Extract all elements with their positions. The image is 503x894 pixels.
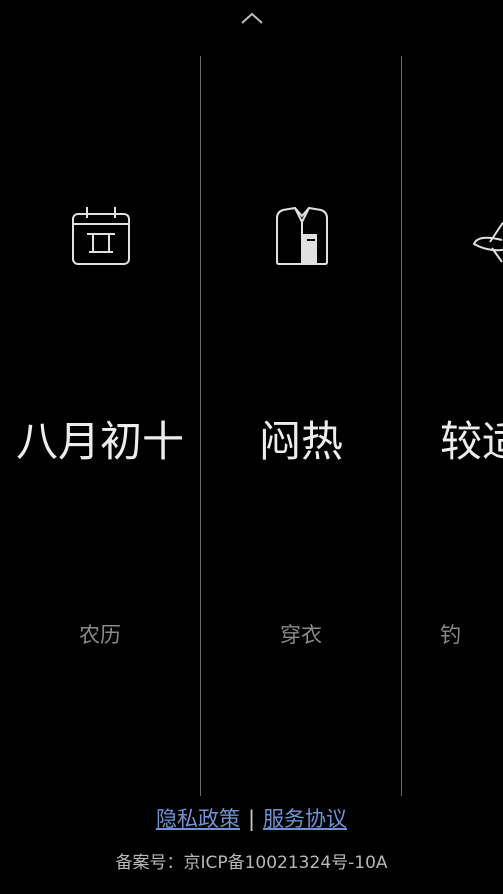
- footer-separator: |: [247, 807, 256, 831]
- footer-links: 隐私政策 | 服务协议: [0, 802, 503, 836]
- dressing-value: 闷热: [258, 417, 343, 466]
- chevron-up-icon[interactable]: [239, 10, 265, 26]
- fishing-icon: [472, 221, 503, 263]
- fishing-card: 较适 钓: [402, 56, 503, 796]
- privacy-policy-link[interactable]: 隐私政策: [156, 807, 240, 831]
- dressing-card: 闷热 穿衣: [201, 56, 401, 796]
- calendar-icon: [72, 207, 130, 265]
- fishing-label: 钓: [440, 623, 461, 647]
- lunar-date-value: 八月初十: [15, 417, 184, 466]
- icp-record-number: 备案号：京ICP备10021324号-10A: [115, 853, 388, 873]
- service-agreement-link[interactable]: 服务协议: [263, 807, 347, 831]
- dressing-label: 穿衣: [280, 623, 322, 647]
- lunar-calendar-card: 八月初十 农历: [0, 56, 200, 796]
- fishing-value: 较适: [440, 417, 503, 466]
- lunar-date-label: 农历: [79, 623, 121, 647]
- shirt-icon: [276, 206, 328, 265]
